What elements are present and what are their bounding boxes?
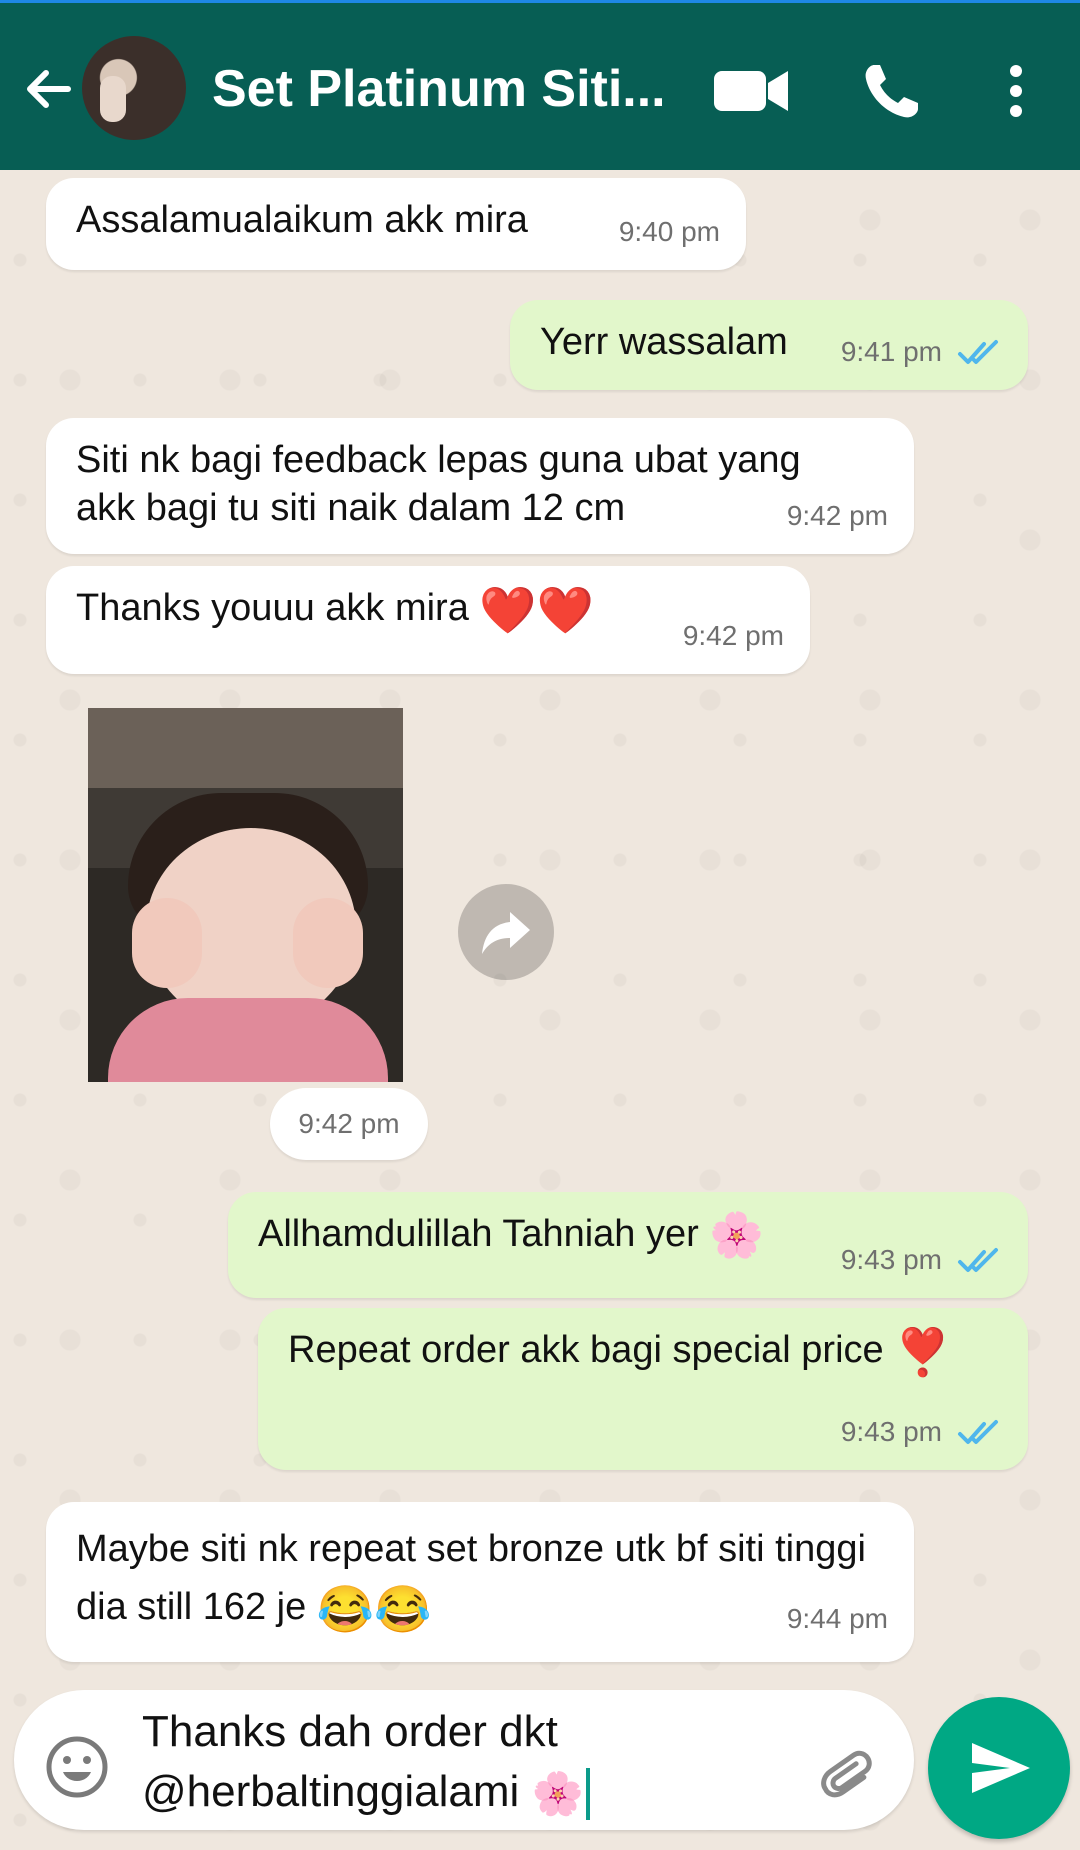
- photo-hand-right: [293, 898, 363, 988]
- text-cursor: [585, 1768, 590, 1821]
- message-text: Yerr wassalam: [540, 321, 788, 363]
- photo-shirt: [108, 998, 388, 1082]
- read-ticks-icon: [958, 340, 998, 364]
- message-text: Maybe siti nk repeat set bronze utk bf s…: [76, 1528, 866, 1628]
- video-call-icon[interactable]: [712, 63, 792, 119]
- flower-emoji: 🌸: [709, 1210, 765, 1260]
- message-text: Allhamdulillah Tahniah yer: [258, 1213, 699, 1255]
- message-incoming[interactable]: Siti nk bagi feedback lepas guna ubat ya…: [46, 418, 914, 554]
- message-input[interactable]: Thanks dah order dkt @herbaltinggialami …: [142, 1702, 742, 1824]
- arrow-left-icon[interactable]: [18, 59, 78, 119]
- message-time: 9:41 pm: [840, 336, 942, 367]
- message-outgoing[interactable]: Allhamdulillah Tahniah yer 🌸 9:43 pm: [228, 1192, 1028, 1298]
- heart-exclamation-emoji: ❣️: [894, 1325, 952, 1378]
- message-text: Assalamualaikum akk mira: [76, 199, 528, 241]
- message-incoming[interactable]: Maybe siti nk repeat set bronze utk bf s…: [46, 1502, 914, 1662]
- message-time: 9:42 pm: [786, 500, 888, 531]
- message-time: 9:42 pm: [682, 620, 784, 651]
- message-text: Thanks youuu akk mira: [76, 587, 469, 629]
- laughing-emoji: 😂😂: [316, 1582, 432, 1635]
- read-ticks-icon: [958, 1248, 998, 1272]
- contact-name[interactable]: Set Platinum Siti...: [212, 59, 672, 119]
- message-text: Repeat order akk bagi special price: [288, 1329, 884, 1371]
- message-meta: 9:43 pm: [841, 1408, 1002, 1456]
- message-text: Siti nk bagi feedback lepas guna ubat ya…: [76, 439, 801, 529]
- image-timestamp: 9:42 pm: [270, 1088, 428, 1160]
- smiley-icon[interactable]: [44, 1734, 110, 1800]
- heart-emoji: ❤️❤️: [479, 583, 594, 636]
- message-composer[interactable]: Thanks dah order dkt @herbaltinggialami …: [14, 1690, 914, 1830]
- message-outgoing[interactable]: Repeat order akk bagi special price ❣️ 9…: [258, 1308, 1028, 1470]
- image-message[interactable]: [88, 708, 403, 1082]
- chat-header: Set Platinum Siti...: [0, 0, 1080, 170]
- forward-button[interactable]: [458, 884, 554, 980]
- message-meta: 9:43 pm: [841, 1236, 1002, 1284]
- send-button[interactable]: [928, 1697, 1070, 1839]
- message-input-line1: Thanks dah order dkt: [142, 1707, 558, 1756]
- message-meta: 9:41 pm: [841, 328, 1002, 376]
- message-time: 9:44 pm: [786, 1603, 888, 1634]
- message-incoming[interactable]: Thanks youuu akk mira ❤️❤️ 9:42 pm: [46, 566, 810, 674]
- phone-icon[interactable]: [860, 61, 922, 123]
- message-time: 9:43 pm: [840, 1244, 942, 1275]
- more-vert-icon[interactable]: [1002, 63, 1030, 119]
- send-icon: [972, 1743, 1030, 1793]
- message-input-line2: @herbaltinggialami: [142, 1767, 520, 1816]
- paperclip-icon[interactable]: [812, 1742, 878, 1808]
- message-time: 9:43 pm: [840, 1416, 942, 1447]
- message-outgoing[interactable]: Yerr wassalam 9:41 pm: [510, 300, 1028, 390]
- flower-emoji: 🌸: [531, 1770, 584, 1818]
- contact-avatar[interactable]: [82, 36, 186, 140]
- forward-icon: [482, 912, 530, 954]
- message-incoming[interactable]: Assalamualaikum akk mira 9:40 pm: [46, 178, 746, 270]
- read-ticks-icon: [958, 1420, 998, 1444]
- photo-hand-left: [132, 898, 202, 988]
- message-time: 9:40 pm: [618, 216, 720, 247]
